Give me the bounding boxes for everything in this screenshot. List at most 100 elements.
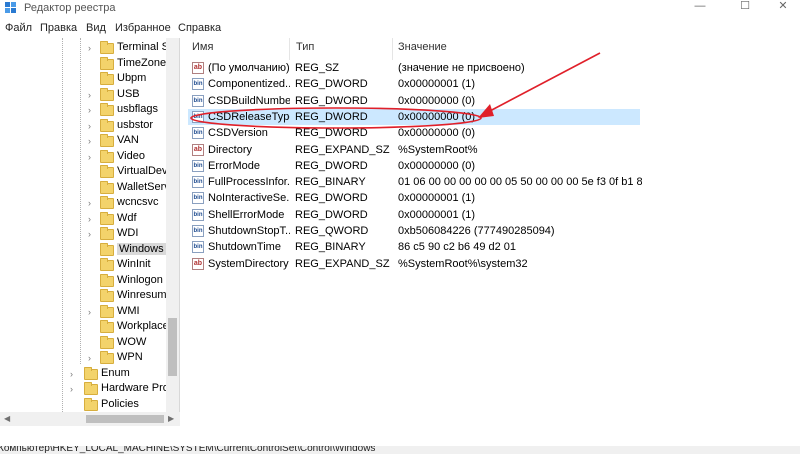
value-type: REG_BINARY: [295, 241, 366, 254]
tree-item[interactable]: › usbflags: [0, 102, 170, 118]
table-row[interactable]: ab SystemDirectory REG_EXPAND_SZ %SystemRoo…: [188, 256, 640, 272]
expand-chevron-icon[interactable]: ›: [88, 198, 96, 208]
column-header-type[interactable]: Тип: [296, 41, 314, 53]
tree-item[interactable]: WOW: [0, 335, 170, 351]
tree-item[interactable]: Winresume: [0, 288, 173, 304]
expand-chevron-icon[interactable]: [88, 74, 96, 84]
expand-chevron-icon[interactable]: [70, 400, 78, 410]
value-name: Directory: [208, 143, 253, 156]
table-row[interactable]: bin NoInteractiveSe... REG_DWORD 0x00000001…: [188, 190, 640, 206]
expand-chevron-icon[interactable]: ›: [88, 105, 96, 115]
key-tree[interactable]: › Terminal Se TimeZoneI Ubpm › USB › usbflags › u…: [0, 38, 180, 426]
tree-item-label: Winlogon: [117, 273, 163, 286]
folder-icon: [100, 134, 114, 147]
table-row[interactable]: bin FullProcessInfor... REG_BINARY 01 06 00…: [188, 174, 642, 190]
expand-chevron-icon[interactable]: ›: [70, 384, 78, 394]
expand-chevron-icon[interactable]: [88, 167, 96, 177]
value-data: 0x00000000 (0): [398, 94, 476, 107]
tree-item[interactable]: › Video: [0, 149, 170, 165]
expand-chevron-icon[interactable]: ›: [88, 136, 96, 146]
value-data: %SystemRoot%\system32: [398, 257, 528, 270]
tree-item[interactable]: Winlogon: [0, 273, 170, 289]
tree-item[interactable]: WinInit: [0, 257, 170, 273]
expand-chevron-icon[interactable]: ›: [88, 43, 96, 53]
tree-item-label: wcncsvc: [117, 196, 159, 208]
expand-chevron-icon[interactable]: [88, 338, 96, 348]
table-row[interactable]: bin ShutdownTime REG_BINARY 86 c5 90 c2 b6 …: [188, 239, 640, 255]
column-separator[interactable]: [392, 38, 393, 60]
table-row[interactable]: bin ShellErrorMode REG_DWORD 0x00000001 (1): [188, 207, 640, 223]
tree-item[interactable]: › Hardware Prof: [0, 381, 172, 397]
expand-chevron-icon[interactable]: ›: [88, 353, 96, 363]
tree-item-label: WPN: [117, 351, 143, 363]
tree-item[interactable]: › WMI: [0, 304, 170, 320]
tree-item[interactable]: Workplace: [0, 319, 170, 335]
value-type: REG_DWORD: [295, 159, 368, 172]
values-list[interactable]: Имя Тип Значение ab (По умолчанию) REG_SZ (…: [186, 38, 800, 426]
menu-file[interactable]: Файл: [5, 22, 32, 34]
value-type: REG_DWORD: [295, 127, 368, 140]
expand-chevron-icon[interactable]: ›: [88, 121, 96, 131]
value-data: 0xb506084226 (777490285094): [398, 225, 555, 237]
expand-chevron-icon[interactable]: ›: [88, 152, 96, 162]
tree-item[interactable]: › USB: [0, 87, 170, 103]
expand-chevron-icon[interactable]: [88, 183, 96, 193]
tree-item[interactable]: TimeZoneI: [0, 56, 170, 72]
tree-item[interactable]: Windows: [0, 242, 170, 258]
tree-item[interactable]: Policies: [0, 397, 170, 413]
tree-item[interactable]: › Terminal Se: [0, 40, 175, 56]
binary-value-icon: bin: [192, 176, 204, 189]
table-row[interactable]: ab (По умолчанию) REG_SZ (значение не присв…: [188, 60, 640, 76]
expand-chevron-icon[interactable]: [88, 276, 96, 286]
column-separator[interactable]: [289, 38, 290, 60]
expand-chevron-icon[interactable]: [88, 291, 96, 301]
status-bar: Компьютер\HKEY_LOCAL_MACHINE\SYSTEM\Curr…: [0, 446, 800, 454]
tree-item[interactable]: › usbstor: [0, 118, 170, 134]
binary-value-icon: bin: [192, 159, 204, 172]
expand-chevron-icon[interactable]: ›: [88, 214, 96, 224]
expand-chevron-icon[interactable]: ›: [88, 307, 96, 317]
tree-item[interactable]: › Enum: [0, 366, 170, 382]
expand-chevron-icon[interactable]: [88, 260, 96, 270]
tree-item[interactable]: › VAN: [0, 133, 170, 149]
maximize-button[interactable]: ☐: [725, 0, 765, 14]
table-row[interactable]: ab Directory REG_EXPAND_SZ %SystemRoot%: [188, 142, 640, 158]
column-header-data[interactable]: Значение: [398, 41, 447, 53]
tree-item-label: WalletServi: [117, 180, 173, 193]
scroll-left-icon[interactable]: ◀: [4, 414, 10, 423]
expand-chevron-icon[interactable]: ›: [88, 90, 96, 100]
tree-vertical-scroll-thumb[interactable]: [168, 318, 177, 376]
tree-item-label: Wdf: [117, 211, 137, 224]
table-row[interactable]: bin ErrorMode REG_DWORD 0x00000000 (0): [188, 158, 640, 174]
column-header-name[interactable]: Имя: [192, 41, 213, 53]
menu-view[interactable]: Вид: [86, 22, 106, 34]
value-data: 0x00000001 (1): [398, 192, 476, 205]
tree-item[interactable]: › wcncsvc: [0, 195, 170, 211]
registry-editor-icon: [5, 2, 16, 13]
tree-item[interactable]: VirtualDevi: [0, 164, 170, 180]
folder-icon: [84, 366, 98, 380]
table-row[interactable]: bin CSDBuildNumber REG_DWORD 0x00000000 (0): [188, 93, 640, 109]
expand-chevron-icon[interactable]: [88, 245, 96, 255]
tree-item[interactable]: WalletServi: [0, 180, 173, 196]
table-row[interactable]: bin ShutdownStopT... REG_QWORD 0xb506084226…: [188, 223, 640, 239]
tree-item[interactable]: › WPN: [0, 350, 170, 366]
tree-item[interactable]: › WDI: [0, 226, 170, 242]
table-row[interactable]: bin CSDReleaseType REG_DWORD 0x00000000 (0): [188, 108, 640, 125]
expand-chevron-icon[interactable]: ›: [88, 229, 96, 239]
expand-chevron-icon[interactable]: [88, 59, 96, 69]
tree-item[interactable]: › Wdf: [0, 211, 170, 227]
table-row[interactable]: bin Componentized... REG_DWORD 0x00000001 (…: [188, 76, 640, 92]
close-button[interactable]: ✕: [763, 0, 800, 14]
table-row[interactable]: bin CSDVersion REG_DWORD 0x00000000 (0): [188, 125, 640, 141]
expand-chevron-icon[interactable]: [88, 322, 96, 332]
minimize-button[interactable]: —: [680, 0, 720, 14]
tree-item[interactable]: Ubpm: [0, 71, 170, 87]
menu-edit[interactable]: Правка: [40, 22, 77, 34]
scroll-right-icon[interactable]: ▶: [168, 414, 174, 423]
menu-favorites[interactable]: Избранное: [115, 22, 171, 34]
tree-horizontal-scroll-thumb[interactable]: [86, 415, 164, 423]
value-name: Componentized...: [208, 78, 290, 91]
menu-help[interactable]: Справка: [178, 22, 221, 34]
expand-chevron-icon[interactable]: ›: [70, 369, 78, 379]
